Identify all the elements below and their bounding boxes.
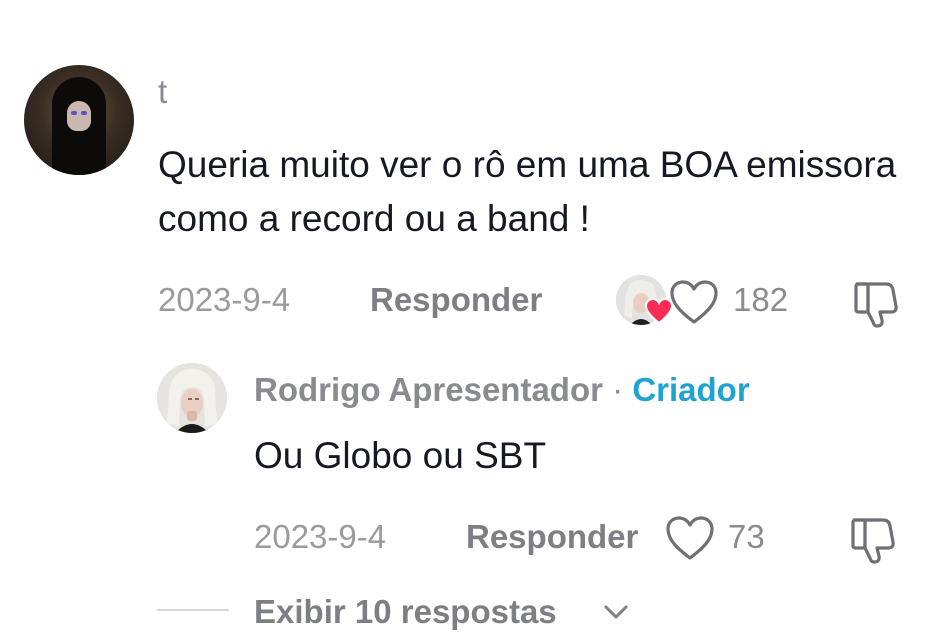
like-heart-icon[interactable]	[668, 278, 720, 326]
commenter-avatar[interactable]	[24, 65, 134, 175]
reply-author-line: Rodrigo Apresentador · Criador	[254, 370, 750, 410]
like-count: 182	[733, 281, 789, 318]
reply-username[interactable]: Rodrigo Apresentador	[254, 371, 603, 408]
reply-like-count: 73	[728, 518, 765, 555]
creator-avatar[interactable]	[157, 363, 227, 433]
reply-dislike-icon[interactable]	[845, 512, 901, 564]
reply-to-reply-button[interactable]: Responder	[466, 517, 638, 557]
chevron-down-icon[interactable]	[602, 601, 630, 623]
reply-button[interactable]: Responder	[370, 280, 542, 320]
comment-text: Queria muito ver o rô em uma BOA emissor…	[158, 144, 897, 239]
replies-divider	[157, 609, 229, 611]
commenter-username[interactable]: t	[158, 72, 167, 112]
reply-like-heart-icon[interactable]	[664, 514, 716, 562]
creator-badge: Criador	[632, 371, 750, 408]
reply-text: Ou Globo ou SBT	[254, 435, 547, 476]
comment-date: 2023-9-4	[158, 281, 291, 318]
separator-dot: ·	[612, 371, 624, 408]
dislike-icon[interactable]	[848, 276, 904, 328]
reply-date: 2023-9-4	[254, 518, 387, 555]
view-replies-button[interactable]: Exibir 10 respostas	[254, 592, 557, 632]
